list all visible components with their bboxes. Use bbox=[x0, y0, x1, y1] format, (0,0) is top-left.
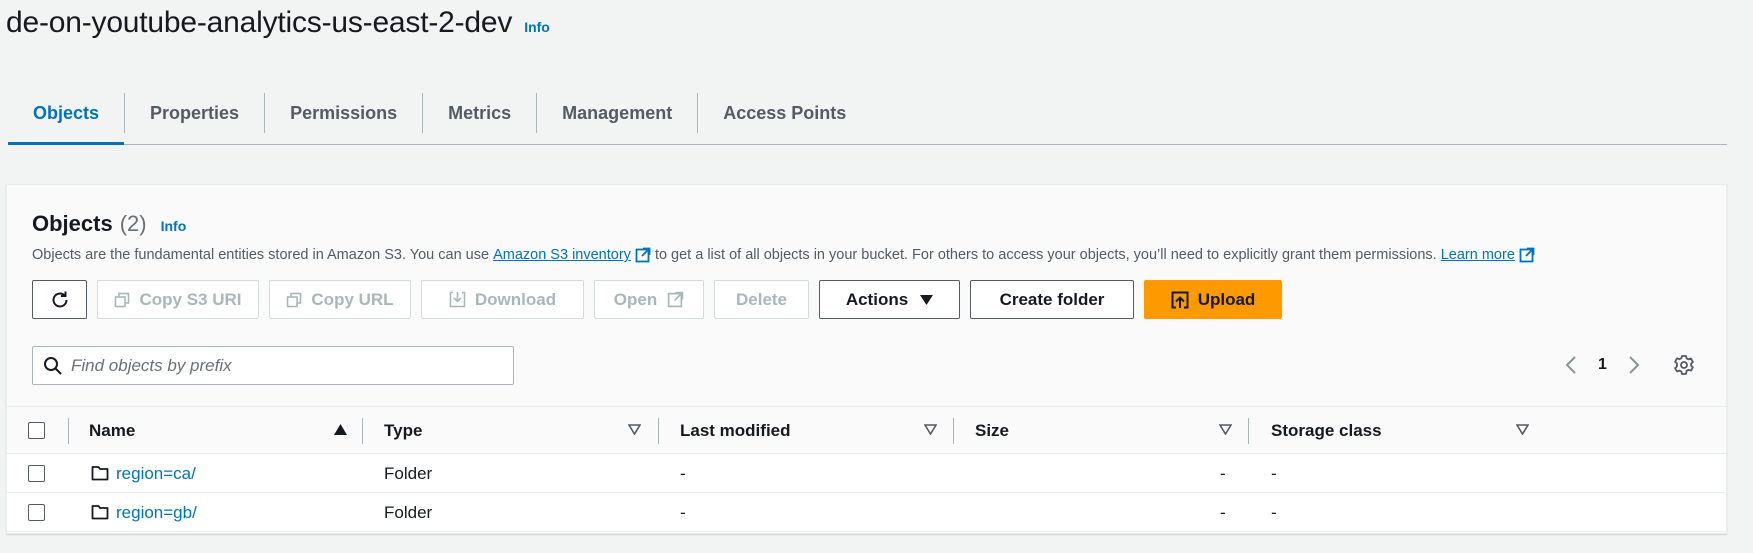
previous-page-icon[interactable] bbox=[1560, 351, 1582, 379]
delete-button[interactable]: Delete bbox=[714, 280, 809, 319]
learn-more-link[interactable]: Learn more bbox=[1441, 247, 1535, 263]
next-page-icon[interactable] bbox=[1623, 351, 1645, 379]
create-folder-button[interactable]: Create folder bbox=[970, 280, 1134, 319]
column-header-size[interactable]: Size bbox=[975, 407, 1009, 455]
folder-name-link[interactable]: region=ca/ bbox=[116, 454, 196, 493]
download-icon bbox=[449, 291, 466, 308]
sort-icon[interactable] bbox=[924, 424, 937, 435]
open-label: Open bbox=[613, 289, 658, 309]
column-header-storage-class[interactable]: Storage class bbox=[1271, 407, 1382, 455]
s3-inventory-link-label: Amazon S3 inventory bbox=[493, 247, 631, 263]
table-header: Name Type Last modified Size Storage cla… bbox=[7, 406, 1726, 454]
pagination: 1 bbox=[1560, 351, 1645, 379]
copy-s3-uri-button[interactable]: Copy S3 URI bbox=[97, 280, 259, 319]
column-header-last-modified[interactable]: Last modified bbox=[680, 407, 791, 455]
external-link-icon bbox=[635, 247, 651, 263]
cell-type: Folder bbox=[384, 502, 433, 522]
search-icon bbox=[43, 356, 63, 376]
objects-count: (2) bbox=[119, 211, 147, 236]
s3-inventory-link[interactable]: Amazon S3 inventory bbox=[493, 247, 651, 263]
description-text-2: to get a list of all objects in your buc… bbox=[654, 247, 1437, 263]
create-folder-label: Create folder bbox=[999, 289, 1105, 309]
download-label: Download bbox=[474, 289, 557, 309]
table-row[interactable]: region=gb/ Folder - - - bbox=[7, 493, 1726, 532]
sort-ascending-icon[interactable] bbox=[334, 424, 347, 435]
upload-button[interactable]: Upload bbox=[1144, 280, 1282, 319]
sort-icon[interactable] bbox=[1516, 424, 1529, 435]
upload-icon bbox=[1171, 291, 1189, 309]
open-button[interactable]: Open bbox=[594, 280, 704, 319]
objects-panel: Objects (2) Info Objects are the fundame… bbox=[6, 184, 1727, 534]
folder-icon bbox=[91, 466, 109, 481]
objects-description: Objects are the fundamental entities sto… bbox=[32, 247, 1535, 263]
cell-storage-class: - bbox=[1271, 502, 1277, 522]
column-divider bbox=[1248, 418, 1249, 444]
row-checkbox[interactable] bbox=[28, 504, 45, 521]
cell-size: - bbox=[1220, 502, 1226, 522]
copy-icon bbox=[114, 292, 130, 308]
column-divider bbox=[68, 418, 69, 444]
copy-s3-uri-label: Copy S3 URI bbox=[139, 289, 242, 309]
page-header: de-on-youtube-analytics-us-east-2-dev In… bbox=[6, 6, 550, 40]
column-header-name[interactable]: Name bbox=[89, 407, 135, 455]
tab-bar: Objects Properties Permissions Metrics M… bbox=[8, 82, 1727, 145]
sort-icon[interactable] bbox=[628, 424, 641, 435]
search-box bbox=[32, 346, 514, 385]
cell-type: Folder bbox=[384, 463, 433, 483]
tab-metrics[interactable]: Metrics bbox=[422, 93, 536, 133]
objects-panel-title: Objects bbox=[32, 211, 113, 236]
delete-label: Delete bbox=[735, 289, 788, 309]
table-row[interactable]: region=ca/ Folder - - - bbox=[7, 454, 1726, 493]
copy-icon bbox=[286, 292, 302, 308]
cell-last-modified: - bbox=[680, 463, 686, 483]
current-page-number[interactable]: 1 bbox=[1598, 356, 1607, 374]
description-text-1: Objects are the fundamental entities sto… bbox=[32, 247, 490, 263]
upload-label: Upload bbox=[1197, 289, 1256, 309]
external-link-icon bbox=[667, 291, 684, 308]
tab-management[interactable]: Management bbox=[536, 93, 697, 133]
column-divider bbox=[362, 418, 363, 444]
download-button[interactable]: Download bbox=[421, 280, 584, 319]
search-input[interactable] bbox=[71, 355, 491, 376]
objects-toolbar: Copy S3 URI Copy URL Download Open Delet… bbox=[32, 280, 1292, 319]
folder-name-link[interactable]: region=gb/ bbox=[116, 493, 197, 532]
folder-icon bbox=[91, 505, 109, 520]
column-divider bbox=[953, 418, 954, 444]
tab-permissions[interactable]: Permissions bbox=[264, 93, 422, 133]
refresh-button[interactable] bbox=[32, 280, 87, 319]
select-all-checkbox[interactable] bbox=[28, 422, 45, 439]
copy-url-button[interactable]: Copy URL bbox=[269, 280, 411, 319]
copy-url-label: Copy URL bbox=[311, 289, 394, 309]
sort-icon[interactable] bbox=[1219, 424, 1232, 435]
tab-objects[interactable]: Objects bbox=[8, 93, 125, 145]
objects-info-link[interactable]: Info bbox=[161, 218, 187, 234]
refresh-icon bbox=[52, 291, 67, 307]
objects-table: Name Type Last modified Size Storage cla… bbox=[7, 406, 1726, 532]
actions-label: Actions bbox=[845, 289, 909, 309]
tab-properties[interactable]: Properties bbox=[124, 93, 264, 133]
column-header-type[interactable]: Type bbox=[384, 407, 422, 455]
objects-panel-header: Objects (2) Info bbox=[32, 211, 186, 237]
row-checkbox[interactable] bbox=[28, 465, 45, 482]
learn-more-link-label: Learn more bbox=[1440, 247, 1515, 263]
cell-last-modified: - bbox=[680, 502, 686, 522]
actions-dropdown-button[interactable]: Actions bbox=[819, 280, 960, 319]
gear-icon[interactable] bbox=[1673, 354, 1695, 381]
page-title: de-on-youtube-analytics-us-east-2-dev bbox=[6, 6, 513, 39]
info-link[interactable]: Info bbox=[524, 19, 550, 35]
caret-down-icon bbox=[920, 294, 934, 305]
cell-storage-class: - bbox=[1271, 463, 1277, 483]
external-link-icon bbox=[1519, 247, 1535, 263]
column-divider bbox=[658, 418, 659, 444]
tab-access-points[interactable]: Access Points bbox=[697, 93, 871, 133]
cell-size: - bbox=[1220, 463, 1226, 483]
